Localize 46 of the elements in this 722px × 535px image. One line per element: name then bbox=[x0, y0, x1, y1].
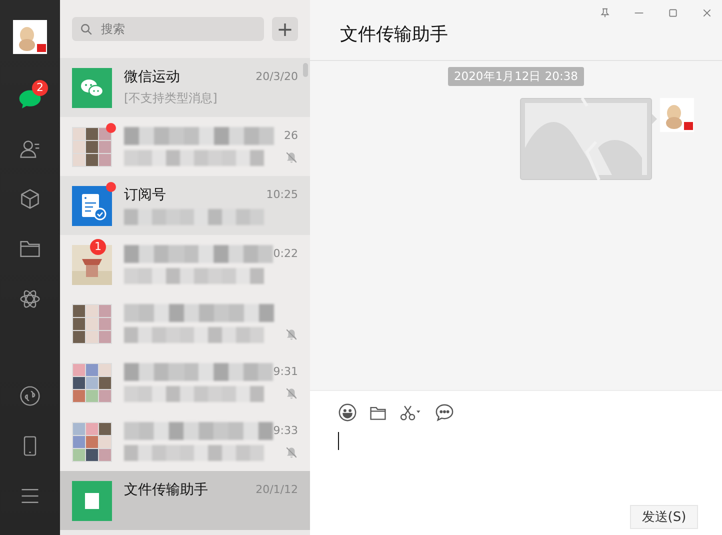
chat-time: 9:31 bbox=[273, 365, 298, 378]
text-cursor bbox=[338, 432, 339, 450]
maximize-icon[interactable] bbox=[668, 8, 678, 18]
chat-bubbles-icon bbox=[72, 68, 112, 108]
close-icon[interactable] bbox=[702, 8, 712, 18]
chat-list-item[interactable]: 文件传输助手 20/1/12 bbox=[60, 471, 310, 530]
user-avatar[interactable] bbox=[13, 20, 47, 54]
message-timestamp: 2020年1月12日 20:38 bbox=[448, 67, 584, 86]
nav-button[interactable]: 2 bbox=[10, 74, 50, 124]
add-button[interactable]: + bbox=[272, 17, 298, 41]
user-avatar[interactable] bbox=[660, 98, 694, 132]
scissors-icon[interactable] bbox=[399, 403, 423, 422]
chat-time: 26 bbox=[284, 129, 298, 142]
unread-count: 1 bbox=[90, 238, 106, 254]
group-avatar-drawing bbox=[72, 362, 112, 402]
chat-list-item[interactable]: 微信运动 20/3/20 [不支持类型消息] bbox=[60, 58, 310, 117]
chat-name: 订阅号 bbox=[124, 186, 166, 204]
chat-title: 文件传输助手 bbox=[310, 0, 722, 61]
send-button[interactable]: 发送(S) bbox=[630, 505, 698, 529]
chat-time: 0:22 bbox=[273, 247, 298, 260]
chat-time: 9:33 bbox=[273, 424, 298, 437]
chat-time: 10:25 bbox=[266, 188, 298, 201]
chat-time: 20/1/12 bbox=[256, 483, 298, 496]
chat-bubble-icon[interactable] bbox=[435, 403, 454, 422]
search-icon bbox=[80, 22, 93, 36]
atom-icon bbox=[19, 288, 41, 310]
cube-icon bbox=[19, 188, 41, 210]
mini-program-icon[interactable] bbox=[19, 385, 41, 407]
emoji-icon[interactable] bbox=[338, 403, 357, 422]
group-avatar-drawing bbox=[72, 304, 112, 344]
file-transfer-icon bbox=[72, 480, 112, 520]
subscription-icon bbox=[72, 186, 112, 226]
pin-icon[interactable] bbox=[600, 8, 610, 18]
chat-name: 文件传输助手 bbox=[124, 480, 208, 498]
message-preview: [不支持类型消息] bbox=[124, 90, 218, 107]
unread-count: 2 bbox=[32, 80, 48, 96]
chat-list-item[interactable]: 订阅号 10:25 bbox=[60, 176, 310, 235]
scrollbar[interactable] bbox=[303, 63, 308, 77]
search-field[interactable]: 搜索 bbox=[72, 17, 264, 41]
group-avatar-drawing bbox=[72, 126, 112, 166]
group-avatar-drawing bbox=[72, 422, 112, 462]
contacts-icon bbox=[19, 138, 41, 160]
search-input[interactable]: 搜索 bbox=[99, 21, 243, 37]
folder-icon bbox=[19, 238, 41, 260]
chat-name: 微信运动 bbox=[124, 68, 180, 86]
chat-time: 20/3/20 bbox=[256, 70, 298, 83]
